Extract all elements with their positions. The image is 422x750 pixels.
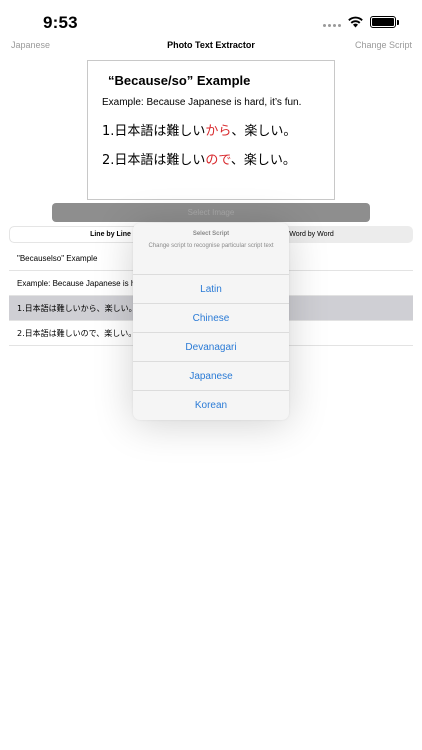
line2-prefix: 2.日本語は難しい [102, 153, 206, 168]
image-japanese-line-1: 1.日本語は難しいから、楽しい。 [102, 120, 320, 139]
navigation-bar: Photo Text Extractor Japanese Change Scr… [0, 40, 422, 56]
script-option-devanagari[interactable]: Devanagari [133, 333, 289, 362]
line1-highlight: から [205, 124, 232, 139]
line2-suffix: 、楽しい。 [230, 153, 296, 168]
status-time: 9:53 [43, 13, 78, 32]
script-option-korean[interactable]: Korean [133, 391, 289, 420]
image-preview: “Because/so” Example Example: Because Ja… [87, 60, 335, 200]
popover-header: Select Script Change script to recognise… [133, 223, 289, 275]
image-example-line: Example: Because Japanese is hard, it’s … [102, 97, 302, 108]
cellular-signal-icon [323, 17, 341, 27]
select-script-popover: Select Script Change script to recognise… [133, 223, 289, 420]
line1-suffix: 、楽しい。 [231, 124, 297, 139]
language-button[interactable]: Japanese [11, 40, 50, 50]
battery-icon [370, 16, 399, 28]
script-option-chinese[interactable]: Chinese [133, 304, 289, 333]
image-japanese-line-2: 2.日本語は難しいので、楽しい。 [102, 149, 320, 168]
script-option-latin[interactable]: Latin [133, 275, 289, 304]
select-image-button[interactable]: Select Image [52, 203, 370, 222]
line2-highlight: ので [205, 153, 231, 168]
wifi-icon [348, 16, 363, 28]
popover-title: Select Script [192, 231, 230, 237]
change-script-button[interactable]: Change Script [355, 40, 412, 50]
status-bar: 9:53 [0, 0, 422, 42]
image-title: “Because/so” Example [108, 73, 251, 88]
script-option-japanese[interactable]: Japanese [133, 362, 289, 391]
popover-message: Change script to recognise particular sc… [148, 243, 274, 249]
line1-prefix: 1.日本語は難しい [102, 124, 206, 139]
status-icons [323, 16, 399, 28]
